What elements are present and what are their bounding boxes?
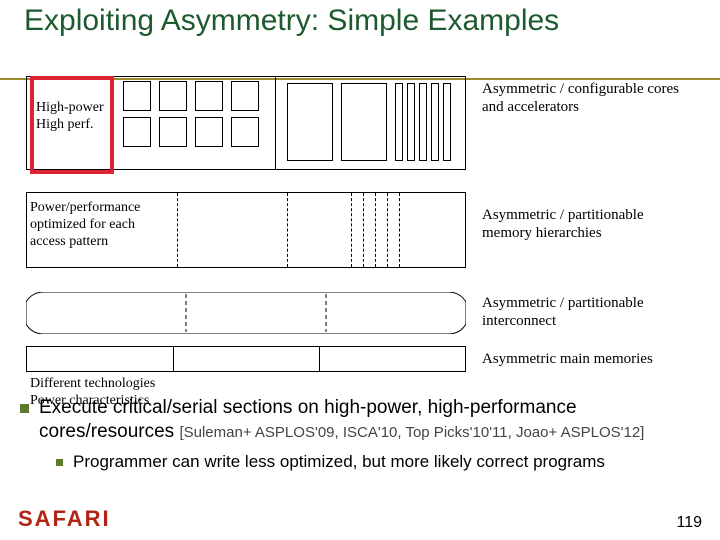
main-memory-box	[26, 346, 466, 372]
cores-right-label: Asymmetric / configurable cores and acce…	[482, 80, 682, 116]
safari-logo: SAFARI	[18, 506, 111, 532]
label-line: High perf.	[36, 117, 104, 134]
page-number: 119	[676, 514, 702, 532]
footer: SAFARI 119	[18, 506, 702, 532]
accel-thin	[407, 83, 415, 161]
bullet-2-text: Programmer can write less optimized, but…	[73, 452, 605, 472]
mem-left-label: Power/performance optimized for each acc…	[30, 200, 170, 250]
bullet-icon	[56, 459, 63, 466]
mem-dash	[177, 193, 178, 267]
mem-dash	[351, 193, 352, 267]
small-core	[123, 117, 151, 147]
mem-right-label: Asymmetric / partitionable memory hierar…	[482, 206, 682, 242]
small-core	[231, 81, 259, 111]
architecture-diagram: High-power High perf. Asymmetric / confi…	[26, 82, 686, 382]
interconnect-shape	[26, 292, 466, 334]
accel-block	[287, 83, 333, 161]
small-core	[159, 117, 187, 147]
accel-thin	[419, 83, 427, 161]
accel-thin	[431, 83, 439, 161]
bullet-2: Programmer can write less optimized, but…	[56, 452, 712, 472]
bullet-1-content: Execute critical/serial sections on high…	[39, 396, 712, 444]
slide: Exploiting Asymmetry: Simple Examples	[0, 0, 720, 540]
small-core	[195, 117, 223, 147]
mm-sep	[319, 347, 320, 371]
small-core	[159, 81, 187, 111]
mm-right-label: Asymmetric main memories	[482, 350, 702, 368]
mem-dash	[399, 193, 400, 267]
accel-block	[341, 83, 387, 161]
bullet-icon	[20, 404, 29, 413]
slide-title: Exploiting Asymmetry: Simple Examples	[24, 4, 710, 37]
mem-dash	[363, 193, 364, 267]
mem-dash	[375, 193, 376, 267]
small-core	[195, 81, 223, 111]
mm-sep	[173, 347, 174, 371]
bullet-1-refs: [Suleman+ ASPLOS'09, ISCA'10, Top Picks'…	[179, 424, 644, 441]
accel-thin	[443, 83, 451, 161]
bullet-list: Execute critical/serial sections on high…	[20, 396, 712, 472]
label-line: High-power	[36, 100, 104, 117]
bullet-1: Execute critical/serial sections on high…	[20, 396, 712, 444]
mem-dash	[387, 193, 388, 267]
ic-right-label: Asymmetric / partitionable interconnect	[482, 294, 682, 330]
small-core	[123, 81, 151, 111]
core-separator	[275, 77, 276, 169]
mem-dash	[287, 193, 288, 267]
small-core	[231, 117, 259, 147]
cores-left-label: High-power High perf.	[36, 100, 104, 134]
accel-thin	[395, 83, 403, 161]
